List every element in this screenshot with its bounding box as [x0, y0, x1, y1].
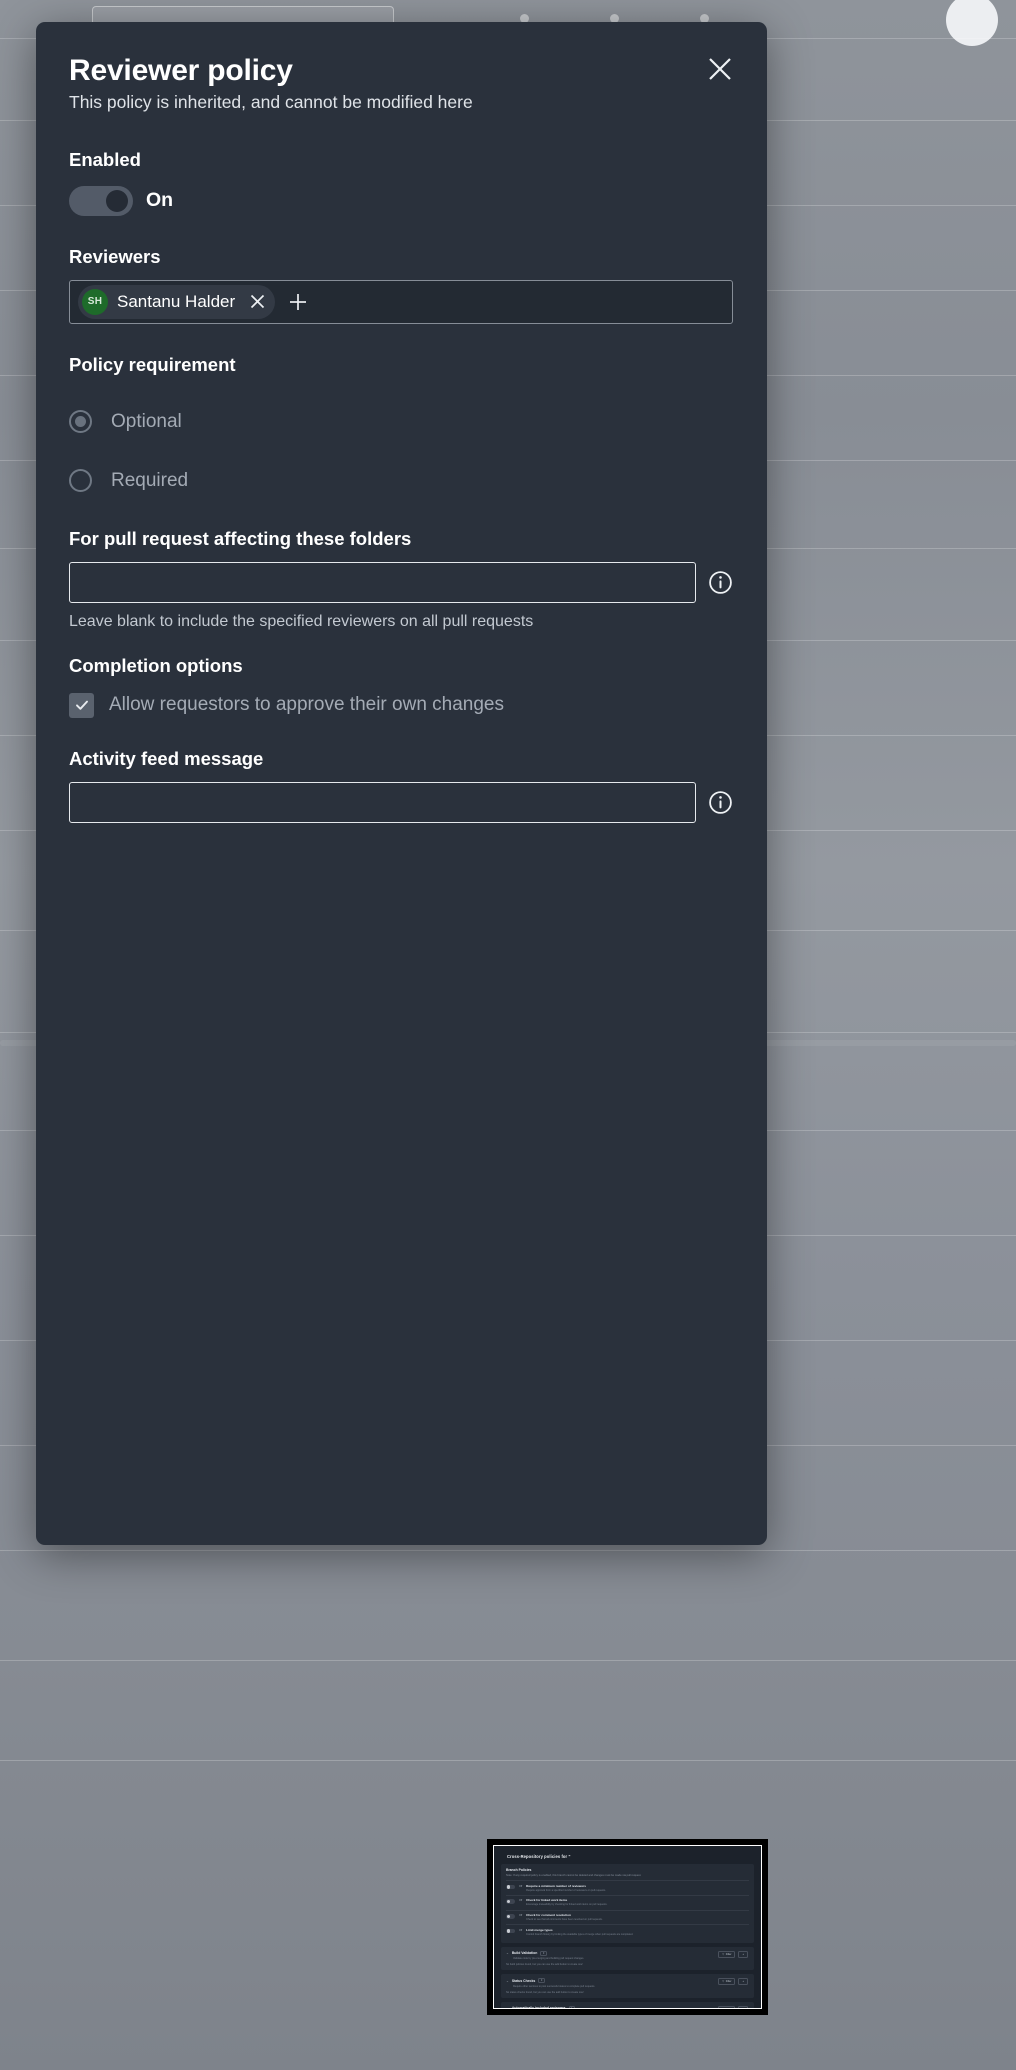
close-button[interactable]: [703, 52, 737, 86]
chevron-down-icon[interactable]: ⌄: [506, 1979, 509, 1983]
completion-options-label: Completion options: [69, 655, 243, 677]
toggle-state-label: On: [146, 189, 174, 212]
list-item[interactable]: Off Require a minimum number of reviewer…: [506, 1880, 749, 1895]
section-count: 0: [538, 1978, 545, 1984]
allow-self-approve-label: Allow requestors to approve their own ch…: [109, 694, 505, 716]
policy-desc: Control branch history by limiting the a…: [526, 1932, 634, 1936]
list-item[interactable]: Off Limit merge types Control branch his…: [506, 1924, 749, 1939]
policy-title: Check for linked work items: [526, 1898, 568, 1903]
filter-label: Filter: [725, 1980, 732, 1984]
radio-option-optional[interactable]: Optional: [69, 410, 733, 434]
thumbnail-branch-policies-heading: Branch Policies: [506, 1868, 532, 1872]
radio-icon: [69, 469, 92, 493]
section-desc: Require other services to post successfu…: [513, 1984, 596, 1988]
add-button[interactable]: +: [738, 1978, 748, 1986]
info-icon[interactable]: [708, 790, 733, 815]
section-title: Build Validation: [511, 1951, 538, 1956]
add-reviewer-button[interactable]: [283, 287, 313, 317]
policy-toggle[interactable]: [506, 1899, 515, 1904]
filter-icon: ▽: [722, 1980, 725, 1984]
completion-options-section: Completion options Allow requestors to a…: [69, 655, 733, 718]
policy-desc: Check to see that all comments have been…: [526, 1918, 603, 1922]
background-avatar: [946, 0, 998, 46]
policy-state: Off: [519, 1928, 523, 1932]
section-count: 0: [540, 1950, 547, 1956]
folders-input[interactable]: [69, 562, 696, 604]
allow-self-approve-row[interactable]: Allow requestors to approve their own ch…: [69, 692, 733, 718]
plus-icon: [290, 293, 307, 310]
list-item[interactable]: Off Check for linked work items Encourag…: [506, 1894, 749, 1910]
thumbnail-content: Cross-Repository policies for " Branch P…: [493, 1845, 762, 2009]
policy-requirement-label: Policy requirement: [69, 353, 236, 375]
folders-label: For pull request affecting these folders: [69, 528, 412, 550]
thumbnail-status-checks-card: ⌄ Status Checks 0 Require other services…: [501, 1974, 754, 1998]
thumbnail-auto-reviewers-card: ⌄ Automatically included reviewers 1 Des…: [501, 2001, 754, 2009]
dialog-subtitle: This policy is inherited, and cannot be …: [69, 91, 473, 112]
policy-toggle[interactable]: [506, 1928, 515, 1934]
policy-requirement-section: Policy requirement Optional Required: [69, 353, 733, 493]
list-item[interactable]: Off Check for comment resolution Check t…: [506, 1909, 749, 1925]
reviewer-policy-dialog: Reviewer policy This policy is inherited…: [36, 22, 767, 1545]
chevron-down-icon[interactable]: ⌄: [506, 1951, 509, 1955]
filter-label: Filter: [726, 2008, 732, 2009]
section-title: Status Checks: [511, 1978, 536, 1983]
radio-icon: [69, 410, 92, 434]
add-button[interactable]: +: [738, 2005, 748, 2008]
screen: Reviewer policy This policy is inherited…: [0, 0, 1016, 2070]
reviewers-label: Reviewers: [69, 245, 161, 267]
policy-title: Limit merge types: [526, 1927, 553, 1932]
section-count: 1: [568, 2005, 576, 2008]
section-title: Automatically included reviewers: [511, 2006, 566, 2009]
toggle-knob: [106, 189, 128, 212]
section-empty-note: No status checks found, but you can use …: [506, 1990, 584, 1994]
thumbnail-build-validation-card: ⌄ Build Validation 0 Validate code by pr…: [501, 1946, 754, 1971]
folders-section: For pull request affecting these folders…: [69, 528, 733, 631]
policy-state: Off: [519, 1899, 523, 1903]
close-icon: [709, 58, 731, 80]
policy-desc: Encourage traceability by checking for l…: [526, 1903, 608, 1907]
filter-button[interactable]: ▽ Filter: [718, 2005, 736, 2009]
enabled-label: Enabled: [69, 149, 141, 171]
page-title: Reviewer policy: [69, 54, 293, 87]
radio-label-optional: Optional: [111, 410, 182, 432]
reviewers-section: Reviewers SH Santanu Halder: [69, 246, 733, 324]
policy-state: Off: [519, 1914, 523, 1918]
folders-hint: Leave blank to include the specified rev…: [69, 613, 534, 631]
activity-feed-label: Activity feed message: [69, 747, 264, 769]
chevron-down-icon[interactable]: ⌄: [506, 2006, 509, 2008]
thumbnail-branch-policies-card: Branch Policies Note: If any required po…: [501, 1864, 754, 1943]
allow-self-approve-checkbox[interactable]: [69, 692, 94, 718]
radio-option-required[interactable]: Required: [69, 469, 733, 493]
policy-state: Off: [519, 1884, 523, 1888]
enabled-section: Enabled On: [69, 149, 733, 216]
filter-icon: ▽: [722, 1952, 725, 1956]
policy-toggle[interactable]: [506, 1884, 515, 1890]
info-icon[interactable]: [708, 570, 733, 595]
activity-feed-input[interactable]: [69, 781, 696, 823]
reviewer-name: Santanu Halder: [117, 291, 236, 311]
policy-title: Check for comment resolution: [526, 1913, 571, 1918]
avatar: SH: [82, 288, 108, 315]
filter-button[interactable]: ▽ Filter: [718, 1978, 736, 1986]
check-icon: [75, 700, 88, 710]
section-desc: Validate code by pre-merging and buildin…: [513, 1957, 585, 1961]
reviewers-field[interactable]: SH Santanu Halder: [69, 279, 733, 324]
page-thumbnail-overlay[interactable]: Cross-Repository policies for " Branch P…: [487, 1839, 768, 2015]
remove-reviewer-button[interactable]: [244, 289, 270, 315]
radio-label-required: Required: [111, 469, 189, 491]
enabled-toggle[interactable]: [69, 185, 133, 216]
filter-button[interactable]: ▽ Filter: [718, 1950, 736, 1958]
policy-desc: Require approval from a specified number…: [526, 1888, 606, 1892]
section-empty-note: No build policies found, but you can use…: [506, 1963, 583, 1967]
thumbnail-title: Cross-Repository policies for ": [507, 1854, 571, 1859]
close-icon: [250, 295, 264, 309]
activity-feed-section: Activity feed message: [69, 748, 733, 823]
add-button[interactable]: +: [738, 1950, 748, 1958]
filter-label: Filter: [725, 1952, 732, 1956]
reviewer-chip[interactable]: SH Santanu Halder: [78, 284, 276, 319]
filter-icon: ▽: [722, 2008, 724, 2009]
thumbnail-branch-policies-note: Note: If any required policy is enabled,…: [506, 1873, 642, 1877]
policy-toggle[interactable]: [506, 1914, 515, 1919]
policy-title: Require a minimum number of reviewers: [526, 1883, 586, 1888]
